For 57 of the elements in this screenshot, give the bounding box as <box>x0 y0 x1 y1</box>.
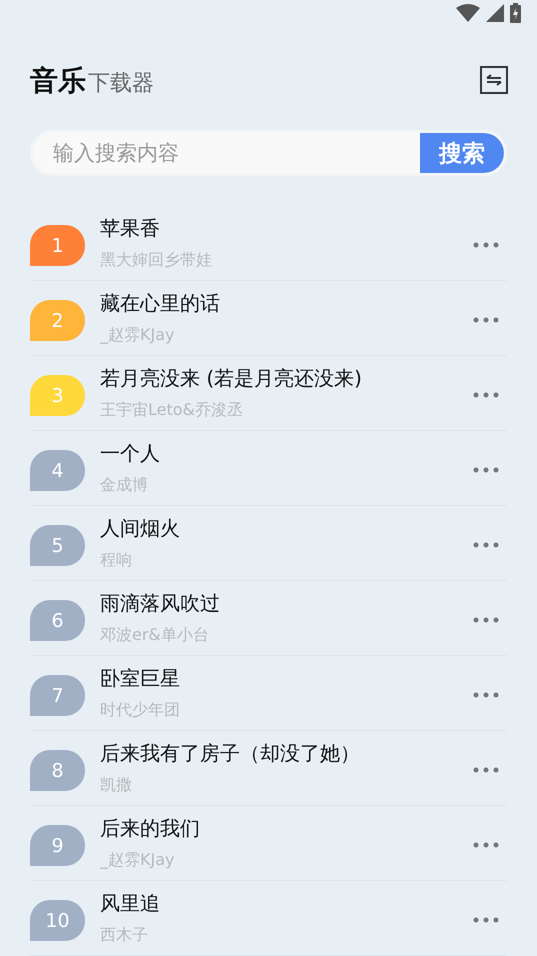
artist-name: _赵雰KJay <box>100 324 176 346</box>
artist-name: 时代少年团 <box>100 700 181 721</box>
artist-name: 凯撒 <box>100 774 133 796</box>
artist-name: _赵雰KJay <box>100 850 176 871</box>
song-row[interactable]: 3 若月亮没来 (若是月亮还没来) 王宇宙Leto&乔浚丞 <box>30 356 507 431</box>
song-title: 藏在心里的话 <box>100 290 221 317</box>
song-title: 人间烟火 <box>100 514 181 542</box>
song-row[interactable]: 1 苹果香 黑大婶回乡带娃 <box>30 206 507 281</box>
song-row[interactable]: 4 一个人 金成博 <box>30 430 507 506</box>
rank-badge: 2 <box>30 300 85 342</box>
rank-badge: 9 <box>30 825 85 866</box>
song-row[interactable]: 9 后来的我们 _赵雰KJay <box>30 806 507 881</box>
signal-icon <box>486 4 504 22</box>
swap-icon <box>485 74 503 86</box>
rank-badge: 7 <box>30 675 85 716</box>
song-title: 若月亮没来 (若是月亮还没来) <box>100 364 363 392</box>
song-title: 后来的我们 <box>100 814 201 842</box>
more-icon <box>473 916 499 923</box>
rank-badge: 4 <box>30 450 85 492</box>
song-title: 苹果香 <box>100 214 161 242</box>
song-title: 风里追 <box>100 890 161 917</box>
artist-name: 邓波er&单小台 <box>100 624 210 646</box>
song-row[interactable]: 10 风里追 西木子 <box>30 880 507 956</box>
app-subtitle: 下载器 <box>88 70 154 98</box>
more-icon <box>473 842 499 848</box>
rank-badge: 5 <box>30 525 85 566</box>
rank-badge: 6 <box>30 600 85 642</box>
more-icon <box>473 392 499 398</box>
more-icon <box>473 242 499 248</box>
more-icon <box>473 692 499 698</box>
song-row[interactable]: 6 雨滴落风吹过 邓波er&单小台 <box>30 580 507 656</box>
song-row[interactable]: 2 藏在心里的话 _赵雰KJay <box>30 280 507 356</box>
more-icon <box>473 542 499 548</box>
more-icon <box>473 616 499 623</box>
song-row[interactable]: 5 人间烟火 程响 <box>30 506 507 581</box>
song-row[interactable]: 7 卧室巨星 时代少年团 <box>30 656 507 731</box>
swap-button[interactable] <box>480 66 508 94</box>
artist-name: 程响 <box>100 550 133 571</box>
battery-icon <box>510 3 521 24</box>
song-title: 雨滴落风吹过 <box>100 590 221 617</box>
artist-name: 王宇宙Leto&乔浚丞 <box>100 400 244 421</box>
song-title: 后来我有了房子（却没了她） <box>100 740 361 767</box>
artist-name: 西木子 <box>100 924 149 946</box>
song-title: 一个人 <box>100 440 161 467</box>
more-icon <box>473 766 499 773</box>
app-title: 音乐 <box>30 63 86 100</box>
song-title: 卧室巨星 <box>100 664 181 692</box>
rank-badge: 3 <box>30 375 85 416</box>
rank-badge: 10 <box>30 900 85 942</box>
rank-badge: 8 <box>30 750 85 792</box>
song-row[interactable]: 8 后来我有了房子（却没了她） 凯撒 <box>30 730 507 806</box>
wifi-icon <box>456 4 480 22</box>
rank-badge: 1 <box>30 225 85 266</box>
more-icon <box>473 466 499 473</box>
more-icon <box>473 316 499 323</box>
artist-name: 金成博 <box>100 474 149 496</box>
artist-name: 黑大婶回乡带娃 <box>100 250 213 271</box>
